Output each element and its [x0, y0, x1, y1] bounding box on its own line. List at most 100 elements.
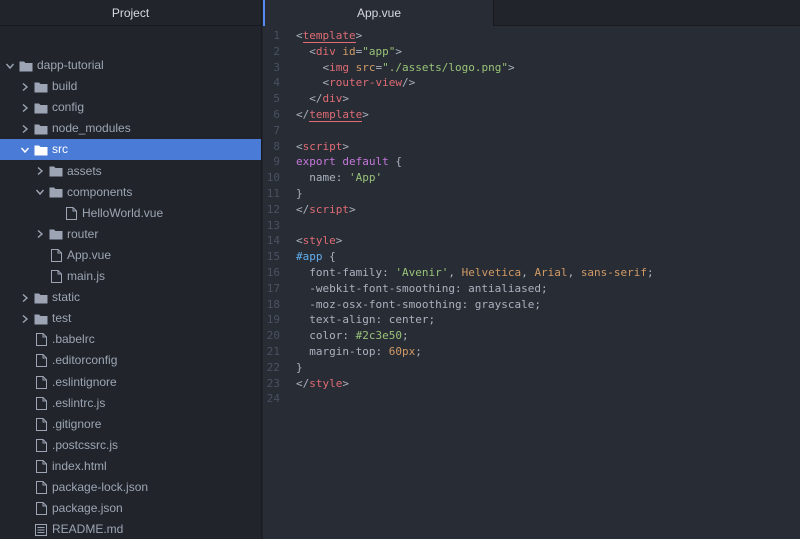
tree-file-package-lock-json[interactable]: package-lock.json: [0, 477, 261, 498]
tree-file-index-html[interactable]: index.html: [0, 456, 261, 477]
tree-item-label: dapp-tutorial: [37, 58, 104, 72]
tree-file-gitignore[interactable]: .gitignore: [0, 414, 261, 435]
tree-file-helloworld-vue[interactable]: HelloWorld.vue: [0, 203, 261, 224]
tree-folder-dapp-tutorial[interactable]: dapp-tutorial: [0, 55, 261, 76]
code-editor[interactable]: 1 <template> 2 <div id="app"> 3 <img src=".…: [263, 26, 800, 539]
code-token: </: [296, 108, 310, 121]
tree-item-label: config: [52, 100, 85, 115]
code-token: }: [296, 360, 303, 374]
code-token: >: [335, 234, 343, 248]
code-token: #app: [296, 250, 323, 264]
line-number: 8: [273, 139, 280, 153]
code-token: src: [355, 60, 376, 74]
line-number: 19: [266, 313, 280, 327]
code-token: {: [388, 155, 402, 169]
code-text: export default {: [296, 154, 402, 170]
code-text: <template>: [296, 28, 362, 44]
tree-file-eslintignore[interactable]: .eslintignore: [0, 372, 261, 393]
code-token: >: [342, 376, 349, 390]
chevron-right-icon[interactable]: [34, 224, 46, 245]
code-token: }: [296, 187, 303, 200]
code-line: 22}: [263, 360, 800, 376]
file-icon: [34, 414, 48, 435]
tree-folder-static[interactable]: static: [0, 287, 261, 308]
code-text: </script>: [296, 202, 356, 218]
tree-file-main-js[interactable]: main.js: [0, 266, 261, 287]
tree-file-babelrc[interactable]: .babelrc: [0, 329, 261, 350]
file-icon: [34, 350, 48, 371]
tree-item-label: package.json: [52, 501, 123, 516]
tree-file-eslintrc-js[interactable]: .eslintrc.js: [0, 393, 261, 414]
code-line: 18 -moz-osx-font-smoothing: grayscale;: [263, 297, 800, 313]
file-icon: [49, 245, 63, 266]
code-token: >: [355, 29, 363, 42]
code-text: margin-top: 60px;: [296, 344, 422, 360]
code-token: >: [395, 44, 402, 58]
tree-item-label: main.js: [67, 269, 106, 283]
code-text: -moz-osx-font-smoothing: grayscale;: [296, 297, 541, 313]
chevron-down-icon[interactable]: [19, 139, 31, 160]
code-line: 20 color: #2c3e50;: [263, 328, 800, 344]
tab-bar: App.vue: [263, 0, 800, 26]
code-token: ;: [647, 266, 654, 279]
chevron-right-icon[interactable]: [19, 76, 31, 97]
code-token: style: [309, 376, 343, 390]
line-number: 18: [266, 297, 280, 311]
tree-item-label: App.vue: [67, 247, 112, 262]
code-token: template: [309, 108, 363, 122]
project-panel-title[interactable]: Project: [0, 0, 261, 26]
tree-folder-config[interactable]: config: [0, 97, 261, 118]
tree-item-label: test: [52, 311, 72, 326]
chevron-right-icon[interactable]: [19, 308, 31, 329]
tree-file-editorconfig[interactable]: .editorconfig: [0, 350, 261, 371]
code-text: name: 'App': [296, 170, 382, 186]
code-text: -webkit-font-smoothing: antialiased;: [296, 281, 547, 297]
code-token: #2c3e50: [355, 329, 402, 343]
code-line: 6 </template>: [263, 107, 800, 123]
chevron-down-icon[interactable]: [4, 55, 16, 76]
tree-folder-src[interactable]: src: [0, 139, 261, 161]
tree-file-app-vue[interactable]: App.vue: [0, 245, 261, 266]
chevron-right-icon[interactable]: [19, 97, 31, 118]
tree-file-package-json[interactable]: package.json: [0, 498, 261, 519]
editor-pane: App.vue 1 <template> 2 <div id="app"> 3 <im…: [263, 0, 800, 539]
code-token: font-family:: [296, 266, 396, 279]
chevron-right-icon[interactable]: [34, 161, 46, 182]
code-token: text-align: center;: [296, 313, 436, 327]
tree-folder-router[interactable]: router: [0, 224, 261, 245]
line-number: 11: [266, 187, 280, 200]
tab-app-vue[interactable]: App.vue: [263, 0, 494, 26]
chevron-right-icon[interactable]: [19, 118, 31, 139]
tree-folder-node-modules[interactable]: node_modules: [0, 118, 261, 139]
folder-icon: [34, 97, 48, 118]
code-text: <style>: [296, 233, 342, 249]
code-token: ,: [567, 266, 581, 279]
code-token: 'App': [348, 171, 383, 185]
line-number: 7: [273, 123, 280, 137]
folder-icon: [49, 161, 63, 182]
tree-folder-assets[interactable]: assets: [0, 161, 261, 182]
code-text: </div>: [296, 91, 349, 107]
tree-folder-test[interactable]: test: [0, 308, 261, 329]
tree-folder-build[interactable]: build: [0, 76, 261, 97]
line-number: 9: [273, 155, 280, 169]
code-token: >: [342, 139, 349, 153]
tree-item-label: index.html: [52, 458, 107, 473]
folder-icon: [34, 287, 48, 308]
code-token: style: [302, 234, 336, 248]
code-line: 7: [263, 123, 800, 139]
chevron-right-icon[interactable]: [19, 287, 31, 308]
code-text: text-align: center;: [296, 312, 435, 328]
chevron-down-icon[interactable]: [34, 182, 46, 203]
code-token: </: [296, 92, 323, 106]
code-token: default: [342, 155, 389, 169]
code-line: 4 <router-view/>: [263, 75, 800, 91]
code-token: Arial: [534, 266, 568, 279]
tree-folder-components[interactable]: components: [0, 182, 261, 203]
code-token: >: [507, 60, 515, 74]
code-line: 8 <script>: [263, 139, 800, 155]
tree-file-postcssrc-js[interactable]: .postcssrc.js: [0, 435, 261, 456]
line-number: 6: [273, 108, 280, 121]
code-line: 1 <template>: [263, 28, 800, 44]
tree-file-readme-md[interactable]: README.md: [0, 519, 261, 539]
